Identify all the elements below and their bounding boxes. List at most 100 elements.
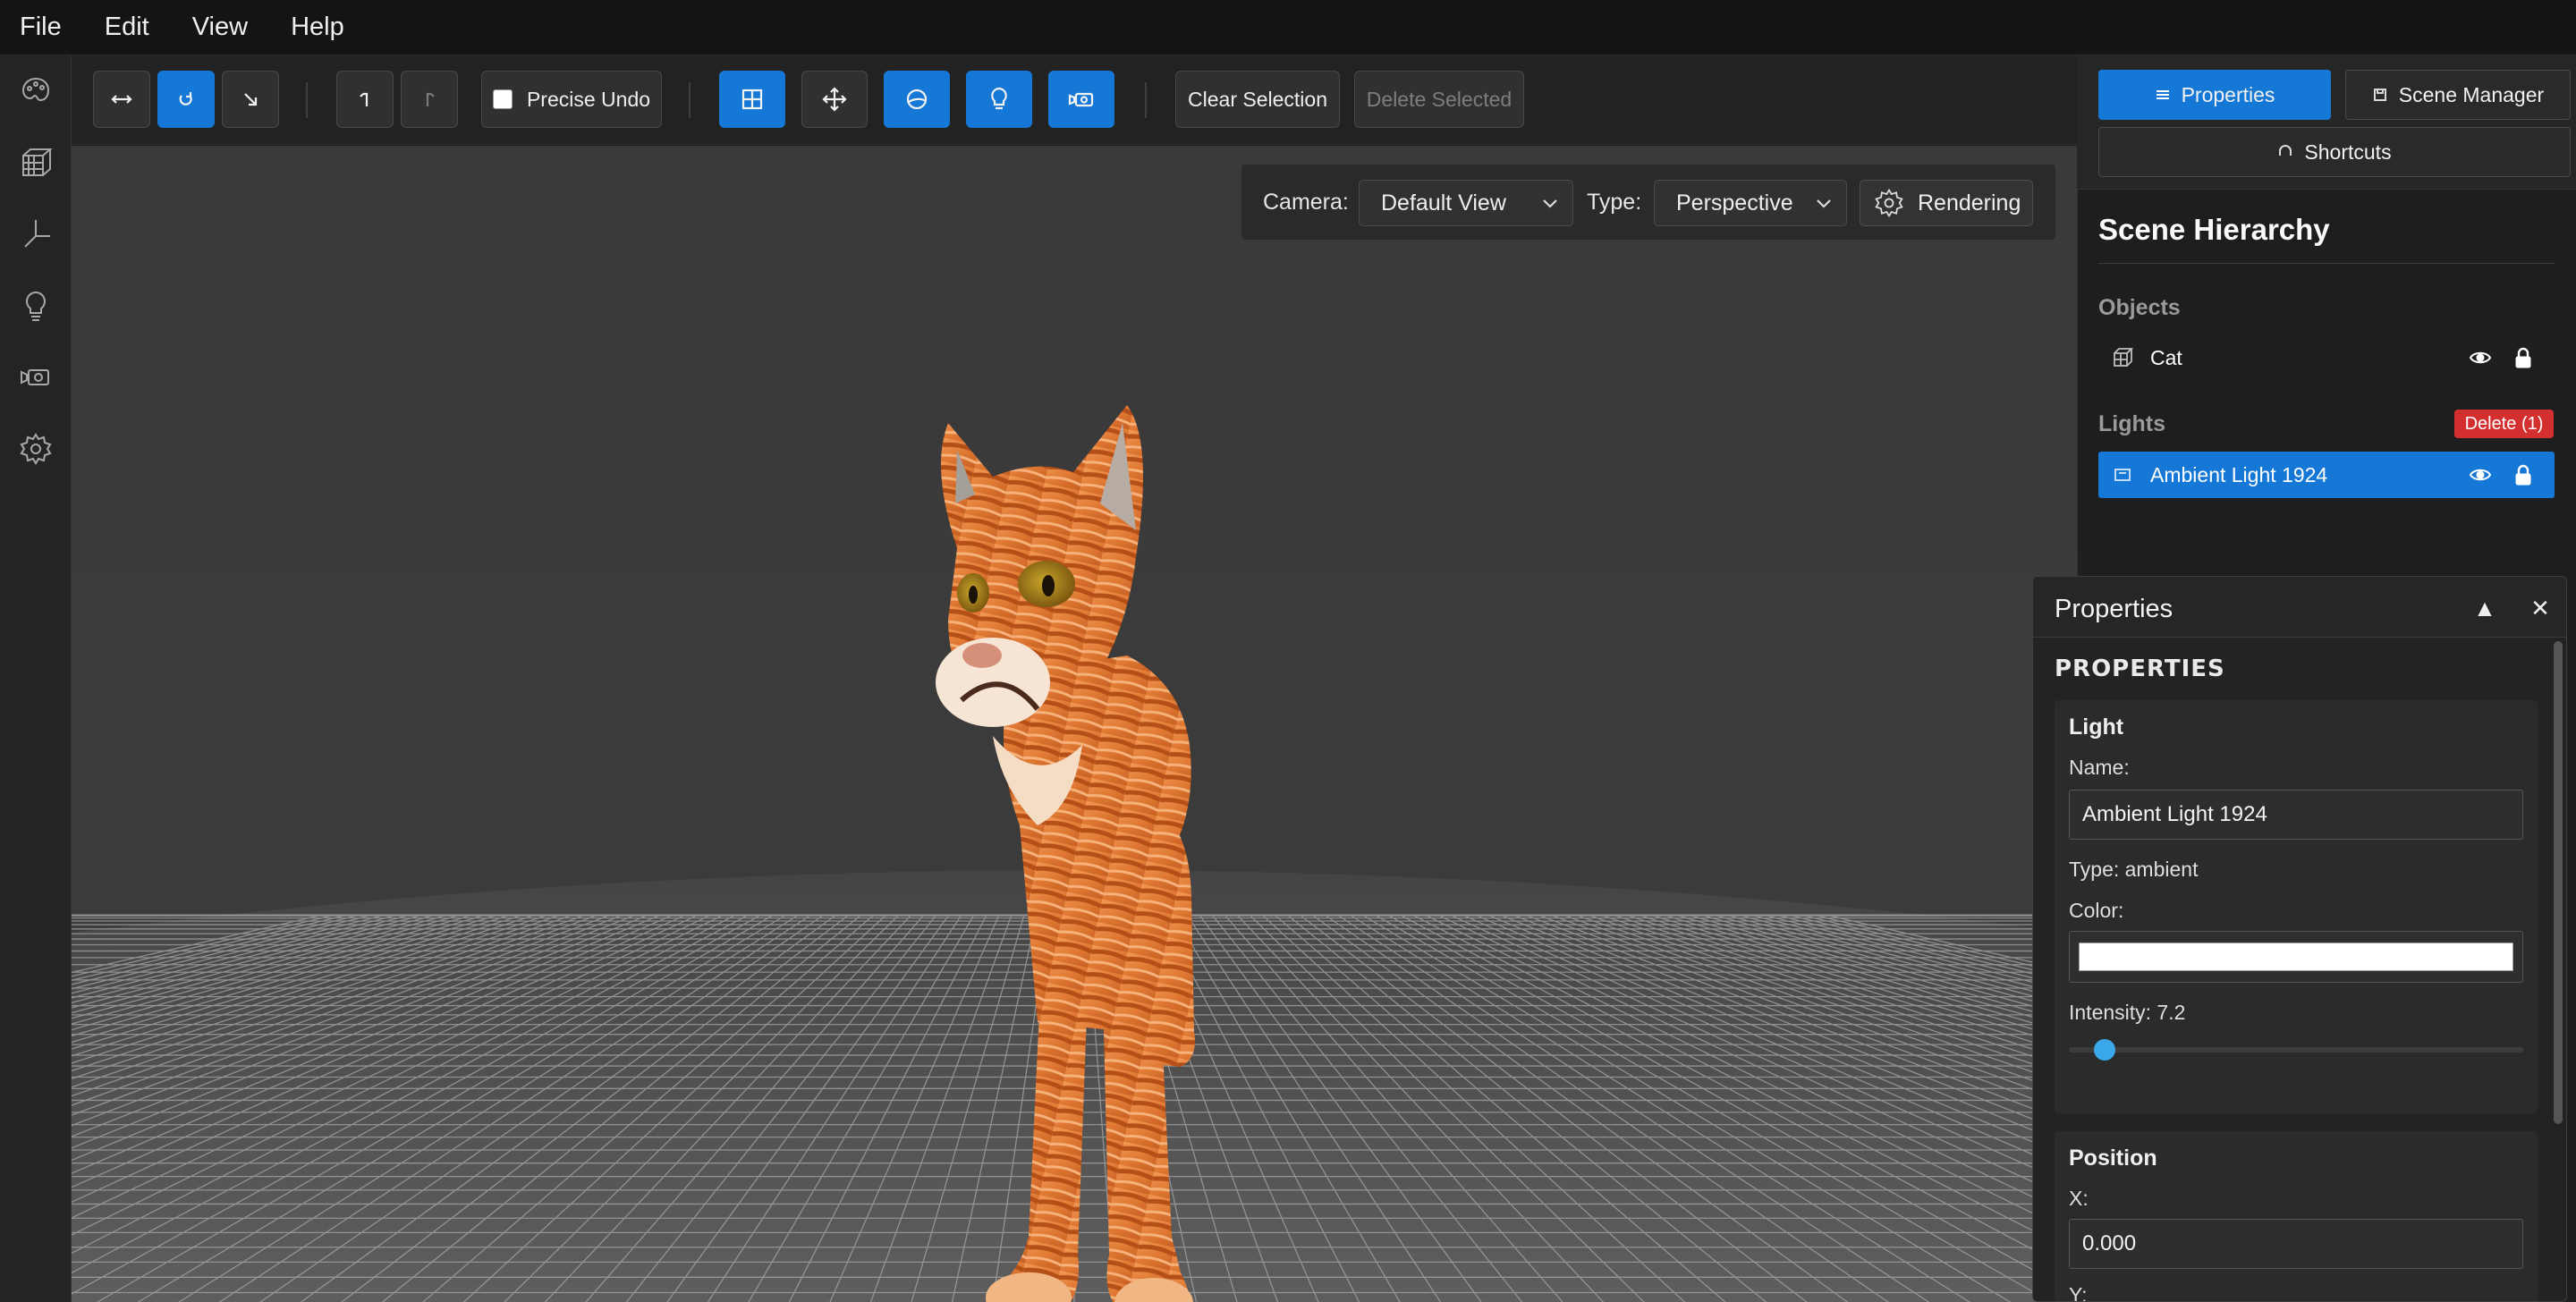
sphere-icon xyxy=(906,89,928,110)
type-label: Type: xyxy=(1587,190,1642,215)
color-label: Color: xyxy=(2069,899,2124,922)
collapse-triangle-icon[interactable]: ▲ xyxy=(2471,595,2498,621)
hierarchy-item-label: Cat xyxy=(2150,345,2182,369)
camera-icon xyxy=(1068,92,1094,107)
move-gizmo-button[interactable] xyxy=(801,71,868,128)
tab-properties-label: Properties xyxy=(2181,82,2275,106)
keyboard-icon xyxy=(2279,145,2292,156)
color-swatch xyxy=(2079,943,2513,971)
scale-arrow-icon xyxy=(244,93,258,106)
light-bulb-icon[interactable] xyxy=(16,286,55,326)
palette-icon[interactable] xyxy=(16,72,55,111)
chevron-down-icon xyxy=(1543,199,1557,208)
light-properties-card: Light Name: Ambient Light 1924 Type: amb… xyxy=(2055,700,2538,1113)
move-arrows-icon xyxy=(822,87,847,112)
settings-gear-icon xyxy=(1875,188,1903,218)
tab-shortcuts[interactable]: Shortcuts xyxy=(2098,127,2571,177)
right-panel-tabs: Properties Scene Manager Shortcuts xyxy=(2077,55,2576,190)
sphere-view-button[interactable] xyxy=(884,71,950,128)
projection-type-select[interactable]: Perspective xyxy=(1654,180,1847,226)
toolbar-separator xyxy=(1145,82,1147,118)
hierarchy-item-ambient-light[interactable]: Ambient Light 1924 xyxy=(2098,452,2555,498)
divider xyxy=(2098,263,2555,264)
tab-scene-manager[interactable]: Scene Manager xyxy=(2345,70,2571,120)
hierarchy-item-label: Ambient Light 1924 xyxy=(2150,462,2328,486)
chevron-down-icon xyxy=(1817,199,1831,208)
horizontal-arrows-icon xyxy=(111,95,132,104)
properties-scrollbar[interactable] xyxy=(2554,641,2563,1124)
close-icon[interactable]: ✕ xyxy=(2527,595,2554,621)
intensity-slider-track[interactable] xyxy=(2069,1047,2523,1053)
camera-icon[interactable] xyxy=(16,358,55,397)
menu-edit[interactable]: Edit xyxy=(105,13,149,42)
cat-model[interactable] xyxy=(859,325,1324,1302)
toolbar-separator xyxy=(689,82,691,118)
cube-icon[interactable] xyxy=(16,143,55,182)
visibility-eye-icon[interactable] xyxy=(2469,463,2492,486)
position-properties-card: Position X: 0.000 Y: xyxy=(2055,1131,2538,1302)
intensity-label: Intensity: 7.2 xyxy=(2069,1001,2186,1024)
mesh-icon xyxy=(2111,346,2134,369)
camera-bar: Camera: Default View Type: Perspective R… xyxy=(1241,164,2056,241)
properties-heading: PROPERTIES xyxy=(2055,655,2225,682)
redo-button[interactable] xyxy=(401,71,458,128)
camera-select-value: Default View xyxy=(1381,190,1506,216)
color-picker[interactable] xyxy=(2069,931,2523,983)
clear-selection-button[interactable]: Clear Selection xyxy=(1175,71,1340,128)
light-bulb-icon xyxy=(991,87,1007,110)
projection-type-value: Perspective xyxy=(1676,190,1793,216)
undo-icon xyxy=(360,92,369,106)
name-label: Name: xyxy=(2069,756,2130,779)
3d-viewport[interactable] xyxy=(72,146,2077,1302)
light-section-title: Light xyxy=(2069,714,2124,740)
precise-undo-checkbox[interactable] xyxy=(492,89,513,109)
position-section-title: Position xyxy=(2069,1146,2157,1171)
undo-button[interactable] xyxy=(336,71,394,128)
properties-window-title: Properties xyxy=(2055,595,2174,623)
left-toolbar xyxy=(0,55,72,1302)
main-toolbar: Precise Undo Clear Selection Delete Sele… xyxy=(72,55,2077,145)
toolbar-separator xyxy=(306,82,308,118)
x-label: X: xyxy=(2069,1187,2089,1210)
lock-icon[interactable] xyxy=(2512,463,2535,486)
camera-label: Camera: xyxy=(1263,190,1349,215)
menu-bar: File Edit View Help xyxy=(0,0,2576,55)
menu-view[interactable]: View xyxy=(192,13,248,42)
save-icon xyxy=(2373,89,2386,101)
camera-select[interactable]: Default View xyxy=(1359,180,1573,226)
position-x-input[interactable]: 0.000 xyxy=(2069,1219,2523,1269)
visibility-eye-icon[interactable] xyxy=(2469,346,2492,369)
settings-gear-icon[interactable] xyxy=(16,429,55,469)
delete-selected-button[interactable]: Delete Selected xyxy=(1354,71,1524,128)
properties-window: Properties ▲ ✕ PROPERTIES Light Name: Am… xyxy=(2032,576,2567,1302)
light-icon xyxy=(2111,463,2134,486)
light-name-input[interactable]: Ambient Light 1924 xyxy=(2069,790,2523,840)
tab-scene-manager-label: Scene Manager xyxy=(2398,82,2545,106)
redo-icon xyxy=(426,92,435,106)
tab-properties[interactable]: Properties xyxy=(2098,70,2331,120)
add-camera-button[interactable] xyxy=(1048,71,1114,128)
precise-undo-toggle[interactable]: Precise Undo xyxy=(481,71,662,128)
light-type-text: Type: ambient xyxy=(2069,858,2199,881)
scale-mode-button[interactable] xyxy=(222,71,279,128)
rendering-button[interactable]: Rendering xyxy=(1860,180,2033,226)
grid-icon xyxy=(741,89,763,110)
lock-icon[interactable] xyxy=(2512,346,2535,369)
add-light-button[interactable] xyxy=(966,71,1032,128)
scene-hierarchy-title: Scene Hierarchy xyxy=(2098,213,2330,246)
grid-toggle-button[interactable] xyxy=(719,71,785,128)
translate-mode-button[interactable] xyxy=(93,71,150,128)
rotate-mode-button[interactable] xyxy=(157,71,215,128)
intensity-slider-thumb[interactable] xyxy=(2094,1039,2116,1061)
delete-lights-button[interactable]: Delete (1) xyxy=(2454,410,2554,438)
hierarchy-item-cat[interactable]: Cat xyxy=(2098,334,2555,381)
y-label: Y: xyxy=(2069,1283,2088,1302)
lights-section-title: Lights xyxy=(2098,411,2165,436)
properties-window-header[interactable]: Properties ▲ ✕ xyxy=(2033,577,2566,638)
menu-file[interactable]: File xyxy=(20,13,62,42)
axis-icon[interactable] xyxy=(16,215,55,254)
precise-undo-label: Precise Undo xyxy=(526,87,651,111)
objects-section-title: Objects xyxy=(2098,295,2181,320)
menu-help[interactable]: Help xyxy=(291,13,344,42)
tab-shortcuts-label: Shortcuts xyxy=(2304,140,2392,164)
